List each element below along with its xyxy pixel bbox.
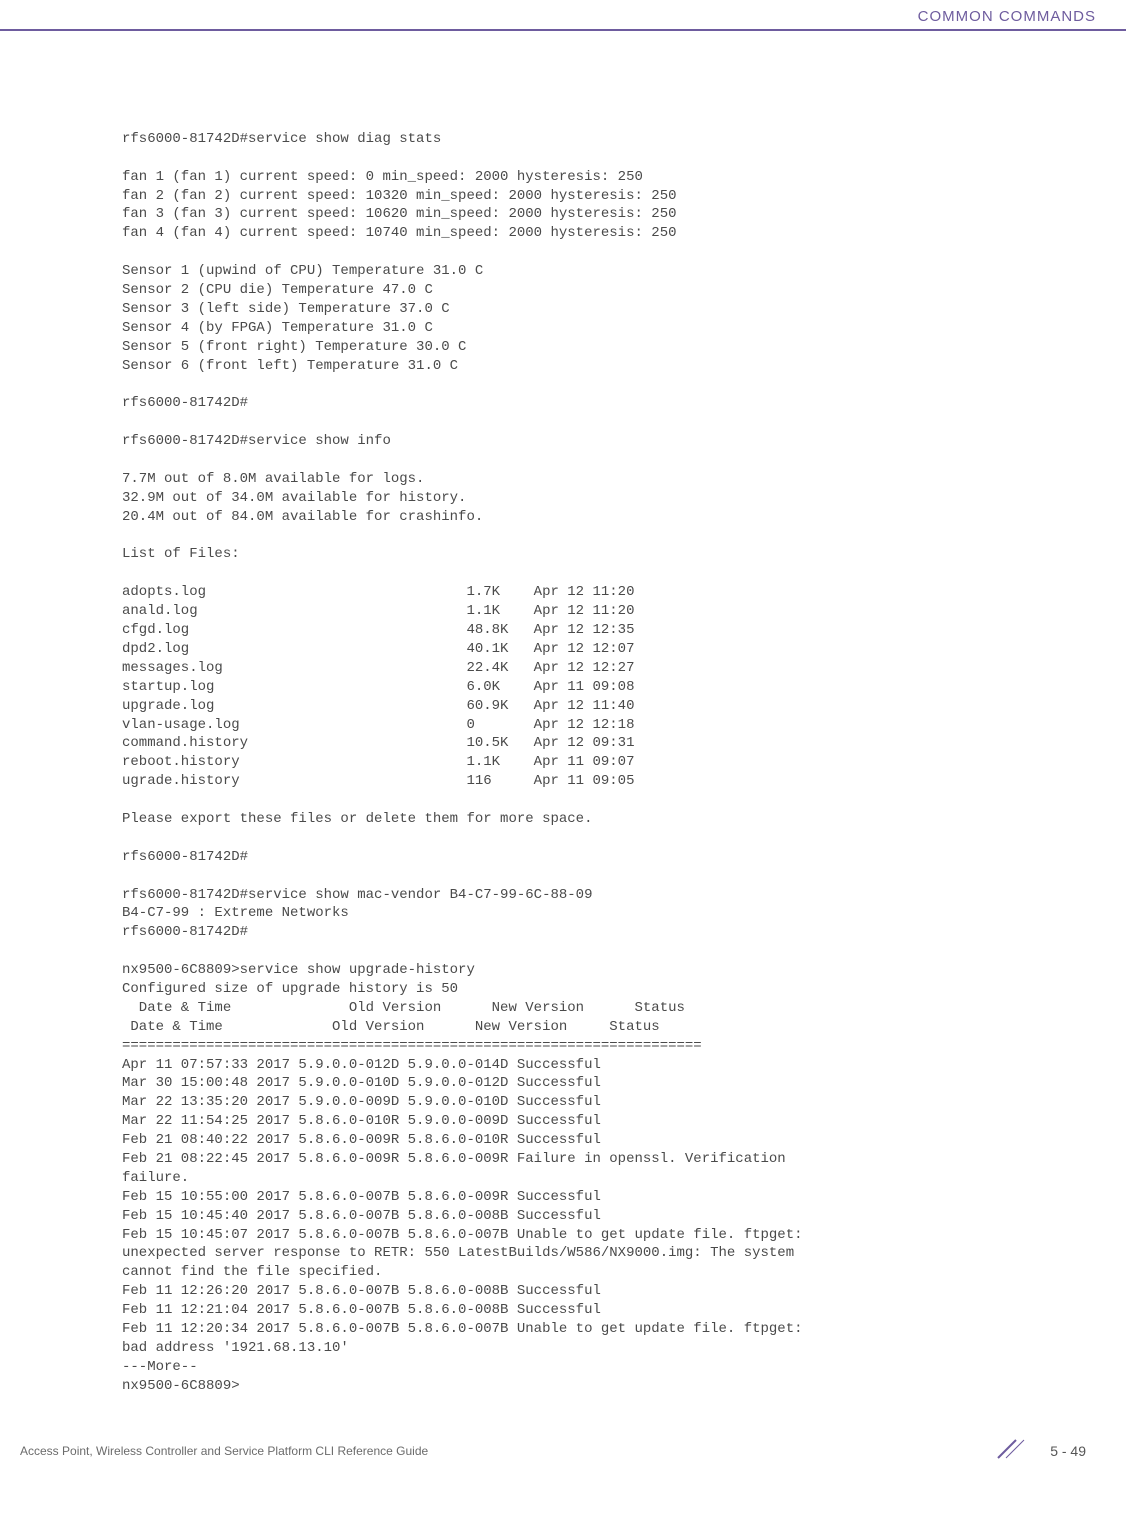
storage-output: 7.7M out of 8.0M available for logs. 32.… — [122, 471, 483, 525]
fan-output: fan 1 (fan 1) current speed: 0 min_speed… — [122, 169, 677, 242]
cmd-mac-vendor: rfs6000-81742D#service show mac-vendor B… — [122, 887, 592, 941]
sensor-output: Sensor 1 (upwind of CPU) Temperature 31.… — [122, 263, 483, 373]
files-list: adopts.log 1.7K Apr 12 11:20 anald.log 1… — [122, 584, 634, 789]
page-footer: Access Point, Wireless Controller and Se… — [0, 1426, 1126, 1479]
header-title: COMMON COMMANDS — [918, 8, 1096, 25]
cmd-diag-stats: rfs6000-81742D#service show diag stats — [122, 131, 441, 147]
slash-icon — [994, 1436, 1038, 1467]
footer-guide-title: Access Point, Wireless Controller and Se… — [20, 1444, 428, 1458]
export-note: Please export these files or delete them… — [122, 811, 592, 827]
prompt-1: rfs6000-81742D# — [122, 395, 248, 411]
terminal-content: rfs6000-81742D#service show diag stats f… — [0, 31, 1126, 1396]
page-header: COMMON COMMANDS — [0, 0, 1126, 31]
page-number: 5 - 49 — [1050, 1443, 1086, 1459]
cmd-upgrade-history: nx9500-6C8809>service show upgrade-histo… — [122, 962, 811, 1394]
files-header: List of Files: — [122, 546, 240, 562]
prompt-2: rfs6000-81742D# — [122, 849, 248, 865]
cmd-show-info: rfs6000-81742D#service show info — [122, 433, 391, 449]
footer-page-block: 5 - 49 — [994, 1436, 1086, 1467]
